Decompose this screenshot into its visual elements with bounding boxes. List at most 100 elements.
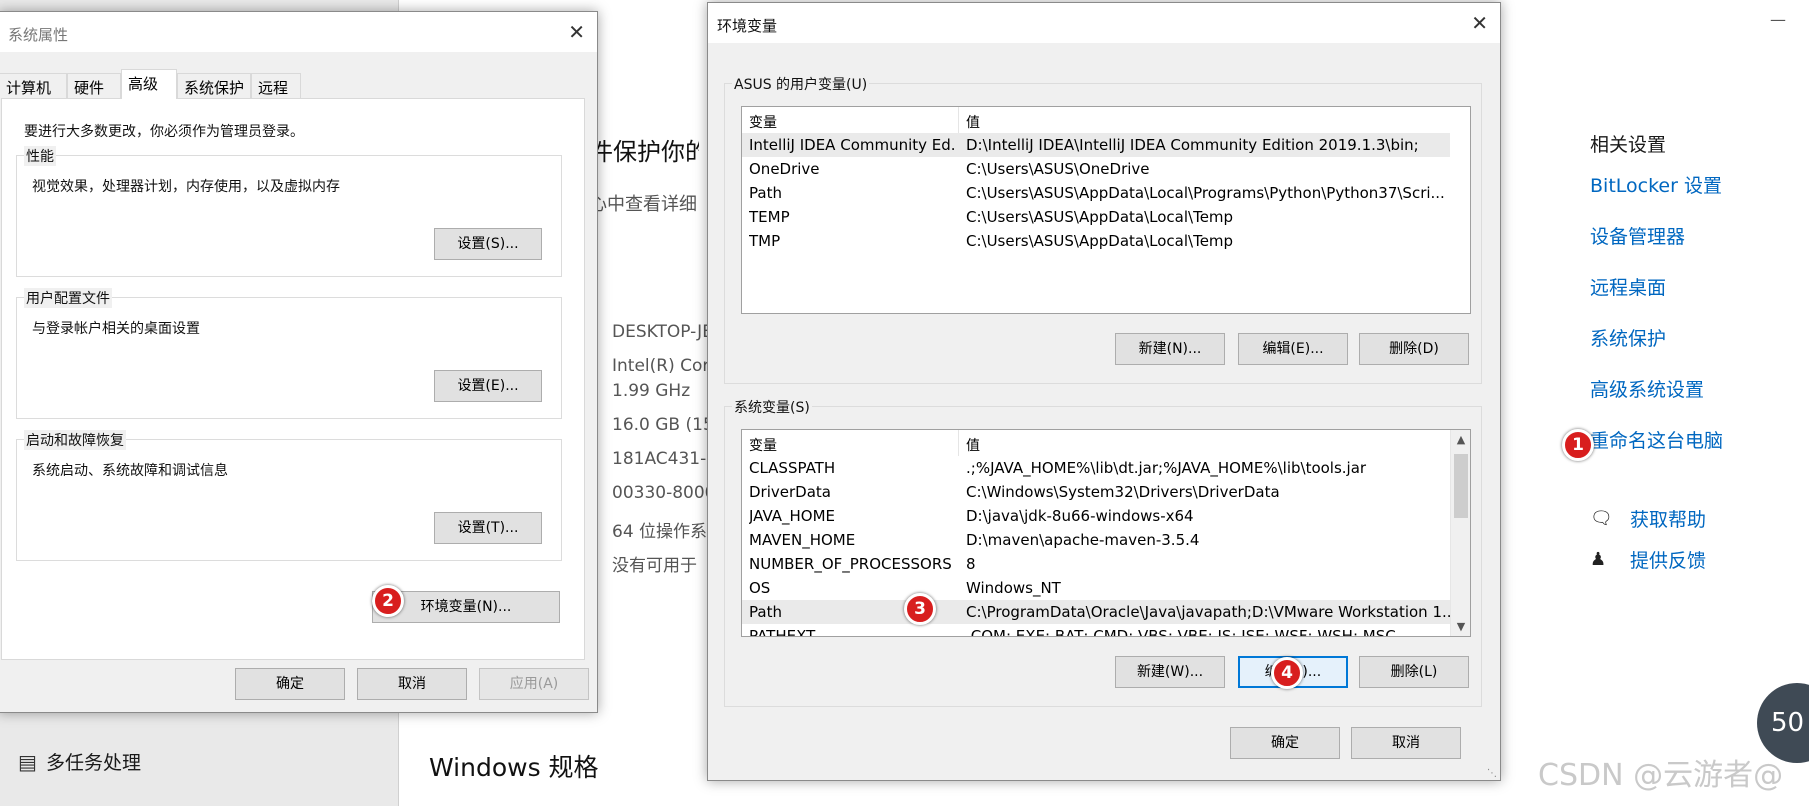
spec-pen-touch: 没有可用于 — [612, 556, 697, 576]
performance-title: 性能 — [24, 146, 56, 166]
step-marker-2: 2 — [372, 585, 404, 617]
system-delete-button[interactable]: 删除(L) — [1359, 656, 1469, 688]
ok-button[interactable]: 确定 — [1230, 727, 1340, 759]
advanced-system-settings-link[interactable]: 高级系统设置 — [1590, 375, 1723, 426]
table-row[interactable]: NUMBER_OF_PROCESSORS 8 — [742, 552, 1450, 576]
user-profile-group: 用户配置文件 与登录帐户相关的桌面设置 设置(E)... — [16, 288, 562, 419]
startup-recovery-group: 启动和故障恢复 系统启动、系统故障和调试信息 设置(T)... — [16, 430, 562, 561]
variable-name: OneDrive — [749, 160, 820, 178]
cancel-button[interactable]: 取消 — [357, 668, 467, 700]
variable-value: .;%JAVA_HOME%\lib\dt.jar;%JAVA_HOME%\lib… — [966, 459, 1367, 477]
table-row[interactable]: TMP C:\Users\ASUS\AppData\Local\Temp — [742, 229, 1450, 253]
variable-value: D:\IntelliJ IDEA\IntelliJ IDEA Community… — [966, 136, 1419, 154]
table-row[interactable]: Path C:\ProgramData\Oracle\Java\javapath… — [742, 600, 1453, 624]
help-chat-icon: 🗨 — [1590, 508, 1613, 529]
system-variables-list[interactable]: 变量 值 CLASSPATH .;%JAVA_HOME%\lib\dt.jar;… — [741, 429, 1471, 637]
column-variable[interactable]: 变量 — [749, 435, 777, 455]
feedback-link[interactable]: ♟ 提供反馈 — [1590, 546, 1706, 573]
user-new-button[interactable]: 新建(N)... — [1115, 333, 1225, 365]
rename-pc-link[interactable]: 重命名这台电脑 — [1590, 426, 1723, 477]
remote-desktop-link[interactable]: 远程桌面 — [1590, 273, 1723, 324]
variable-name: Path — [749, 184, 782, 202]
table-row[interactable]: OneDrive C:\Users\ASUS\OneDrive — [742, 157, 1450, 181]
performance-desc: 视觉效果，处理器计划，内存使用，以及虚拟内存 — [32, 179, 340, 195]
minimize-icon[interactable]: — — [1770, 10, 1786, 29]
variable-value: C:\Users\ASUS\AppData\Local\Temp — [966, 232, 1234, 250]
multitask-icon: ▤ — [18, 749, 37, 774]
title-bar: 系统属性 ✕ — [0, 12, 597, 52]
nav-item-label: 多任务处理 — [46, 752, 142, 774]
page-heading: 件保护你的 — [589, 138, 699, 166]
variable-value: D:\maven\apache-maven-3.5.4 — [966, 531, 1200, 549]
table-row[interactable]: IntelliJ IDEA Community Ed... D:\Intelli… — [742, 133, 1450, 157]
table-row[interactable]: MAVEN_HOME D:\maven\apache-maven-3.5.4 — [742, 528, 1450, 552]
table-row[interactable]: Path C:\Users\ASUS\AppData\Local\Program… — [742, 181, 1450, 205]
list-header: 变量 值 — [742, 430, 1470, 456]
related-settings: 相关设置 BitLocker 设置 设备管理器 远程桌面 系统保护 高级系统设置… — [1590, 130, 1723, 477]
column-variable[interactable]: 变量 — [749, 112, 777, 132]
column-value[interactable]: 值 — [966, 435, 980, 455]
table-row[interactable]: JAVA_HOME D:\java\jdk-8u66-windows-x64 — [742, 504, 1450, 528]
tab-system-protection[interactable]: 系统保护 — [177, 73, 251, 98]
user-profile-settings-button[interactable]: 设置(E)... — [434, 370, 542, 402]
variable-value: .COM;.EXE;.BAT;.CMD;.VBS;.VBE;.JS;.JSE;.… — [966, 627, 1396, 637]
watermark: CSDN @云游者@ — [1538, 758, 1784, 793]
feedback-person-icon: ♟ — [1590, 549, 1607, 570]
table-row[interactable]: PATHEXT .COM;.EXE;.BAT;.CMD;.VBS;.VBE;.J… — [742, 624, 1450, 637]
variable-value: Windows_NT — [966, 579, 1061, 597]
get-help-label: 获取帮助 — [1630, 509, 1707, 531]
tab-advanced[interactable]: 高级 — [121, 69, 177, 99]
get-help-link[interactable]: 🗨 获取帮助 — [1590, 505, 1706, 532]
table-row[interactable]: TEMP C:\Users\ASUS\AppData\Local\Temp — [742, 205, 1450, 229]
spec-processor-speed: 1.99 GHz — [612, 381, 691, 401]
tab-remote[interactable]: 远程 — [251, 73, 301, 98]
ok-button[interactable]: 确定 — [235, 668, 345, 700]
column-separator — [958, 107, 959, 133]
table-row[interactable]: CLASSPATH .;%JAVA_HOME%\lib\dt.jar;%JAVA… — [742, 456, 1450, 480]
user-profile-desc: 与登录帐户相关的桌面设置 — [32, 321, 200, 337]
performance-settings-button[interactable]: 设置(S)... — [434, 228, 542, 260]
variable-name: JAVA_HOME — [749, 507, 836, 525]
close-icon[interactable]: ✕ — [568, 20, 585, 44]
tab-computer-name[interactable]: 计算机名 — [0, 73, 67, 118]
variable-name: DriverData — [749, 483, 831, 501]
step-marker-1: 1 — [1562, 429, 1594, 461]
user-variables-list[interactable]: 变量 值 IntelliJ IDEA Community Ed... D:\In… — [741, 106, 1471, 314]
scroll-up-icon[interactable]: ▲ — [1451, 433, 1470, 446]
user-edit-button[interactable]: 编辑(E)... — [1238, 333, 1348, 365]
close-icon[interactable]: ✕ — [1471, 11, 1488, 35]
scroll-thumb[interactable] — [1454, 454, 1468, 518]
spec-device-name: DESKTOP-JE — [612, 322, 708, 342]
system-variables-scrollbar[interactable]: ▲ ▼ — [1450, 430, 1470, 636]
variable-value: D:\java\jdk-8u66-windows-x64 — [966, 507, 1194, 525]
startup-recovery-desc: 系统启动、系统故障和调试信息 — [32, 463, 228, 479]
table-row[interactable]: OS Windows_NT — [742, 576, 1450, 600]
system-protection-link[interactable]: 系统保护 — [1590, 324, 1723, 375]
scroll-down-icon[interactable]: ▼ — [1451, 620, 1470, 633]
feedback-label: 提供反馈 — [1630, 550, 1707, 572]
resize-grip-icon[interactable]: ⋱ — [1487, 768, 1497, 779]
user-delete-button[interactable]: 删除(D) — [1359, 333, 1469, 365]
variable-value: C:\Users\ASUS\AppData\Local\Temp — [966, 208, 1234, 226]
windows-spec-heading: Windows 规格 — [429, 753, 599, 782]
nav-item-multitask[interactable]: ▤ 多任务处理 — [18, 748, 141, 775]
system-new-button[interactable]: 新建(W)... — [1115, 656, 1225, 688]
variable-name: PATHEXT — [749, 627, 816, 637]
environment-variables-dialog: 环境变量 ✕ ASUS 的用户变量(U) 变量 值 IntelliJ IDEA … — [707, 2, 1501, 781]
variable-value: 8 — [966, 555, 976, 573]
cancel-button[interactable]: 取消 — [1351, 727, 1461, 759]
tab-hardware[interactable]: 硬件 — [67, 73, 121, 98]
admin-note: 要进行大多数更改，你必须作为管理员登录。 — [24, 124, 304, 140]
column-value[interactable]: 值 — [966, 112, 980, 132]
dialog-title: 系统属性 — [8, 26, 69, 44]
spec-system-type: 64 位操作系 — [612, 522, 708, 542]
bitlocker-link[interactable]: BitLocker 设置 — [1590, 171, 1723, 222]
system-properties-dialog: 系统属性 ✕ 计算机名 硬件 高级 系统保护 远程 要进行大多数更改，你必须作为… — [0, 11, 598, 713]
startup-recovery-settings-button[interactable]: 设置(T)... — [434, 512, 542, 544]
user-profile-title: 用户配置文件 — [24, 288, 112, 308]
step-marker-4: 4 — [1271, 657, 1303, 689]
apply-button[interactable]: 应用(A) — [479, 668, 589, 700]
table-row[interactable]: DriverData C:\Windows\System32\Drivers\D… — [742, 480, 1450, 504]
device-manager-link[interactable]: 设备管理器 — [1590, 222, 1723, 273]
title-bar: 环境变量 ✕ — [708, 3, 1500, 43]
